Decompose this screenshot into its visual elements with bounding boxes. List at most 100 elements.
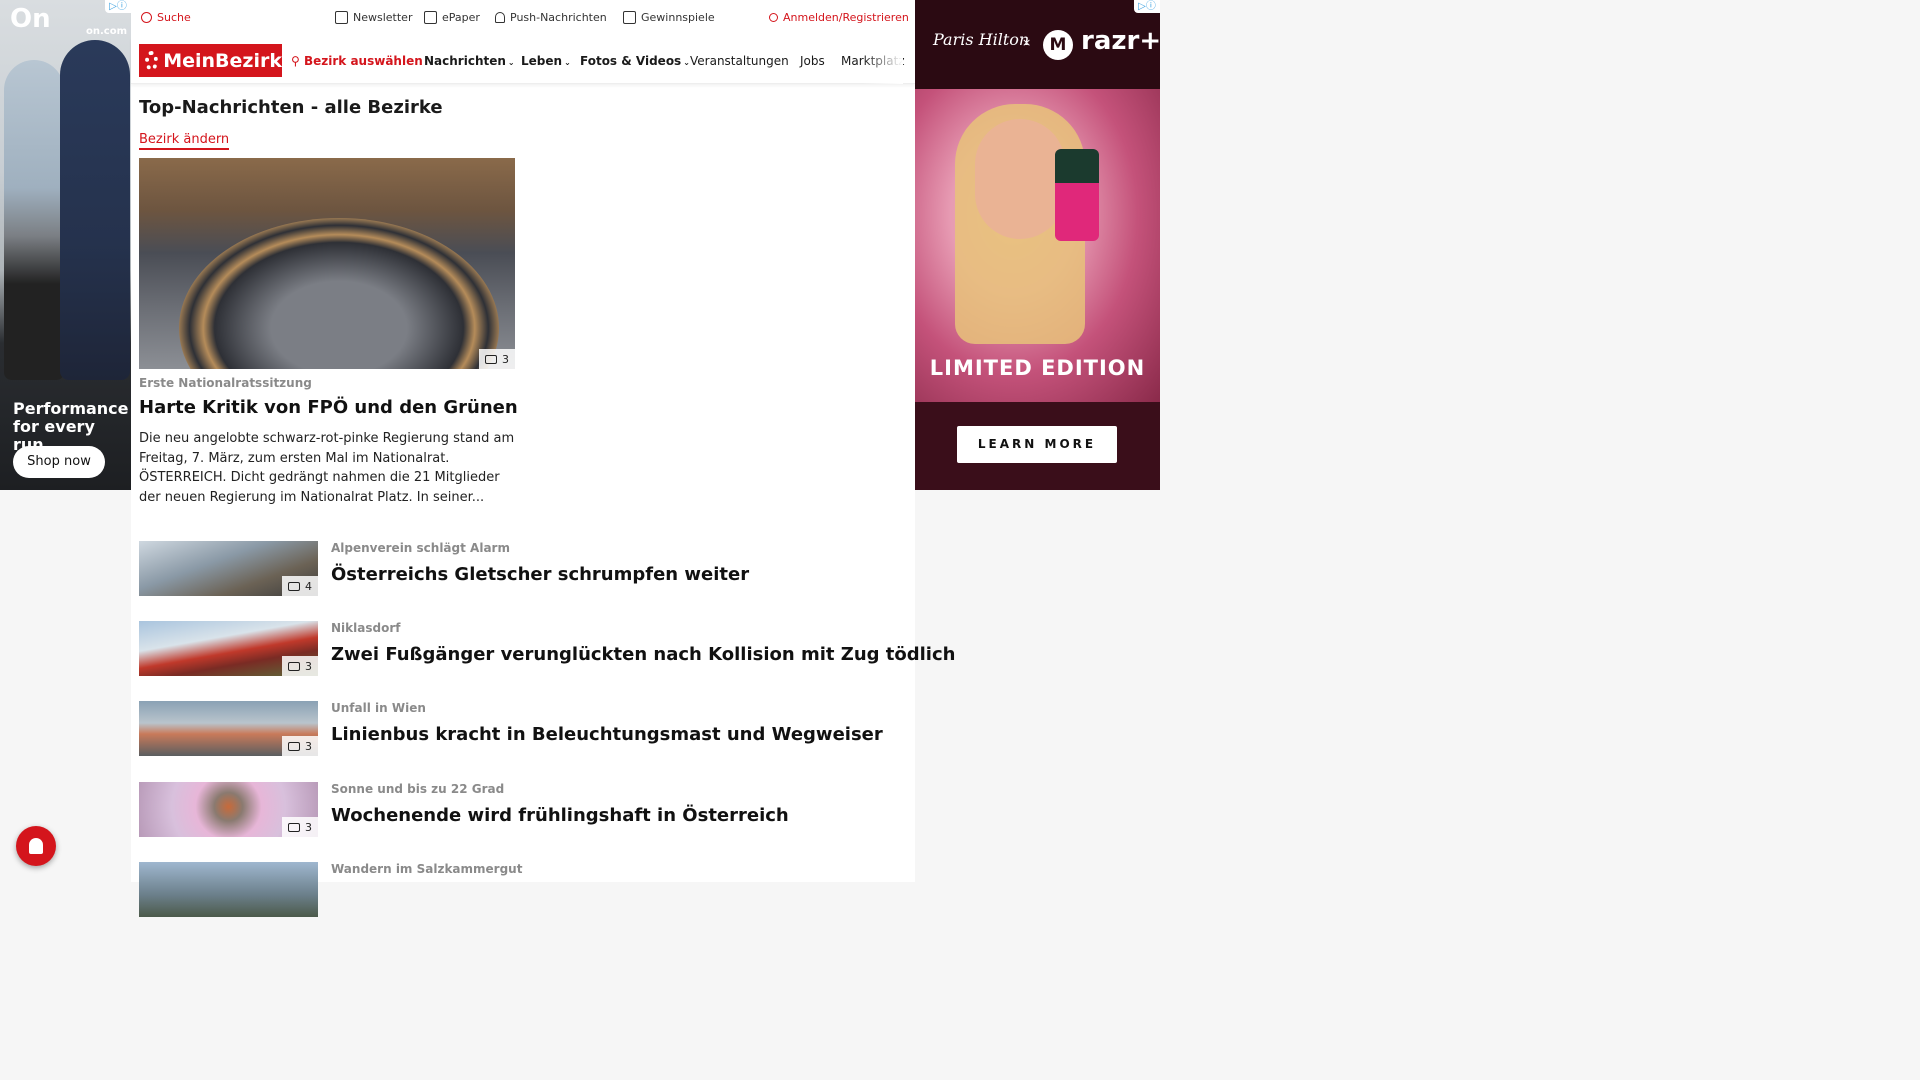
image-count: 3 (305, 739, 312, 753)
learn-more-button[interactable]: LEARN MORE (957, 426, 1117, 463)
nav-label: Leben (521, 54, 563, 68)
logo-sun-icon (145, 50, 159, 71)
gallery-icon (288, 661, 300, 671)
logo-text: MeinBezirk (163, 49, 282, 72)
article-row[interactable]: 4 Alpenverein schlägt Alarm Österreichs … (139, 541, 909, 597)
location-pin-icon: ⚲ (291, 54, 300, 68)
article-kicker: Wandern im Salzkammergut (331, 862, 523, 876)
image-count-badge: 3 (282, 736, 318, 756)
ad-model-face (975, 119, 1065, 239)
nav-item-leben[interactable]: Leben ⌄ (521, 54, 571, 68)
district-select-label: Bezirk auswählen (303, 54, 423, 68)
image-count: 3 (305, 659, 312, 673)
contests-link[interactable]: Gewinnspiele (623, 11, 715, 24)
chevron-down-icon: ⌄ (683, 58, 690, 67)
ad-model-left (4, 60, 64, 380)
nav-item-nachrichten[interactable]: Nachrichten ⌄ (424, 54, 515, 68)
ad-times: × (1022, 36, 1032, 49)
hero-article-image[interactable]: 3 (139, 158, 515, 369)
ad-signature: Paris Hilton (933, 30, 1030, 49)
nav-item-jobs[interactable]: Jobs (800, 54, 825, 68)
user-icon (769, 13, 778, 22)
district-select-button[interactable]: ⚲ Bezirk auswählen (291, 54, 423, 68)
envelope-icon (335, 11, 348, 24)
meinbezirk-logo[interactable]: MeinBezirk (139, 44, 282, 77)
image-count-badge: 4 (282, 576, 318, 596)
ad-headline: LIMITED EDITION (929, 356, 1146, 380)
razr-logo: razr+ (1081, 26, 1160, 56)
search-label: Suche (157, 11, 191, 24)
ad-header: Paris Hilton × M razr+ (915, 0, 1160, 89)
image-count: 3 (305, 820, 312, 834)
article-kicker: Unfall in Wien (331, 701, 426, 715)
image-count-badge: 3 (479, 349, 515, 369)
newsletter-link[interactable]: Newsletter (335, 11, 412, 24)
main-column: Suche Newsletter ePaper Push-Nachrichten… (131, 0, 955, 917)
ad-choices-icon[interactable]: ▷ⓘ (1134, 0, 1160, 13)
nav-item-fotos-videos[interactable]: Fotos & Videos ⌄ (580, 54, 690, 68)
nav-label: Jobs (800, 54, 825, 68)
article-thumbnail[interactable]: 3 (139, 621, 318, 676)
gallery-icon (288, 581, 300, 591)
bell-icon (495, 12, 505, 23)
gallery-icon (288, 822, 300, 832)
bell-icon (29, 838, 43, 854)
gift-icon (623, 11, 636, 24)
image-count: 3 (502, 352, 509, 366)
motorola-logo-icon: M (1043, 30, 1073, 60)
search-link[interactable]: Suche (141, 11, 191, 24)
article-kicker: Niklasdorf (331, 621, 401, 635)
image-count-badge: 3 (282, 656, 318, 676)
parliament-image (179, 218, 499, 369)
main-navigation: MeinBezirk ⚲ Bezirk auswählen Nachrichte… (131, 38, 915, 84)
ad-phone-image (1055, 149, 1099, 241)
gallery-icon (485, 354, 497, 364)
right-advertisement[interactable]: Paris Hilton × M razr+ LIMITED EDITION L… (915, 0, 1160, 490)
ad-choices-icon[interactable]: ▷ⓘ (105, 0, 131, 13)
contests-label: Gewinnspiele (641, 11, 715, 24)
login-label: Anmelden/Registrieren (783, 11, 909, 24)
on-brand-logo: On (10, 4, 51, 34)
gallery-icon (288, 741, 300, 751)
article-kicker: Sonne und bis zu 22 Grad (331, 782, 505, 796)
article-row[interactable]: 3 Sonne und bis zu 22 Grad Wochenende wi… (139, 782, 909, 838)
article-thumbnail[interactable] (139, 862, 318, 917)
login-link[interactable]: Anmelden/Registrieren (769, 11, 909, 24)
article-thumbnail[interactable]: 4 (139, 541, 318, 596)
article-thumbnail[interactable]: 3 (139, 701, 318, 756)
push-notifications-link[interactable]: Push-Nachrichten (495, 11, 607, 24)
article-kicker: Alpenverein schlägt Alarm (331, 541, 510, 555)
newspaper-icon (424, 11, 437, 24)
chevron-down-icon: ⌄ (564, 58, 571, 67)
hero-title[interactable]: Harte Kritik von FPÖ und den Grünen (139, 397, 518, 418)
image-count: 4 (305, 579, 312, 593)
notification-bell-button[interactable] (16, 826, 56, 866)
article-title[interactable]: Linienbus kracht in Beleuchtungsmast und… (331, 724, 883, 745)
epaper-label: ePaper (442, 11, 480, 24)
article-thumbnail[interactable]: 3 (139, 782, 318, 837)
chevron-down-icon: ⌄ (507, 58, 515, 67)
change-district-link[interactable]: Bezirk ändern (139, 132, 230, 150)
article-row[interactable]: Wandern im Salzkammergut (139, 862, 909, 918)
shop-now-button[interactable]: Shop now (13, 446, 105, 478)
newsletter-label: Newsletter (353, 11, 413, 24)
top-utility-bar: Suche Newsletter ePaper Push-Nachrichten… (131, 0, 915, 38)
hero-teaser: Die neu angelobte schwarz-rot-pinke Regi… (139, 431, 515, 505)
ad-model-right (60, 40, 130, 380)
ad-url: on.com (86, 26, 128, 37)
article-title[interactable]: Wochenende wird frühlingshaft in Österre… (331, 805, 789, 826)
page-title: Top-Nachrichten - alle Bezirke (139, 97, 443, 118)
nav-item-veranstaltungen[interactable]: Veranstaltungen (690, 54, 789, 68)
image-count-badge: 3 (282, 817, 318, 837)
article-row[interactable]: 3 Unfall in Wien Linienbus kracht in Bel… (139, 701, 909, 757)
article-title[interactable]: Zwei Fußgänger verunglückten nach Kollis… (331, 644, 955, 665)
nav-label: Nachrichten (424, 54, 506, 68)
nav-label: Veranstaltungen (690, 54, 789, 68)
article-row[interactable]: 3 Niklasdorf Zwei Fußgänger verunglückte… (139, 621, 955, 677)
left-advertisement[interactable]: On on.com Performance for every run Shop… (0, 0, 131, 490)
article-title[interactable]: Österreichs Gletscher schrumpfen weiter (331, 564, 749, 585)
epaper-link[interactable]: ePaper (424, 11, 480, 24)
search-icon (141, 12, 152, 23)
push-label: Push-Nachrichten (510, 11, 607, 24)
nav-label: Fotos & Videos (580, 54, 682, 68)
